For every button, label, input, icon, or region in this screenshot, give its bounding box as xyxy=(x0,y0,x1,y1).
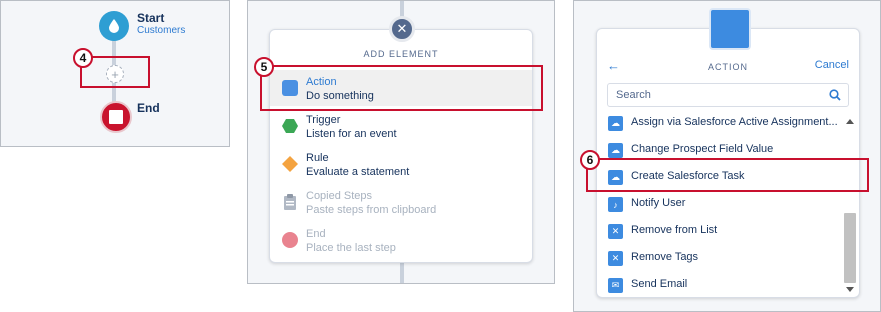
list-item[interactable]: ✕ Remove from List xyxy=(597,218,843,245)
bell-icon: ♪ xyxy=(608,197,623,212)
salesforce-cloud-icon: ☁ xyxy=(608,143,623,158)
callout-badge-5: 5 xyxy=(254,57,274,77)
callout-box-5 xyxy=(260,65,543,111)
start-title: Start xyxy=(137,11,165,25)
rule-diamond-icon xyxy=(282,156,298,172)
scrollbar-thumb[interactable] xyxy=(844,213,856,283)
end-node[interactable] xyxy=(100,101,132,133)
add-element-panel: ADD ELEMENT Action Do something Trigger … xyxy=(247,0,555,284)
element-description: Paste steps from clipboard xyxy=(306,204,437,216)
list-item-label: Remove from List xyxy=(631,224,718,236)
list-item-label: Send Email xyxy=(631,278,688,290)
scroll-down-arrow-icon[interactable] xyxy=(846,287,854,292)
element-option-trigger[interactable]: Trigger Listen for an event xyxy=(270,108,532,144)
element-title: Trigger xyxy=(306,114,341,126)
element-option-end: End Place the last step xyxy=(270,222,532,258)
element-description: Listen for an event xyxy=(306,128,397,140)
add-element-heading: ADD ELEMENT xyxy=(363,49,439,59)
list-item-label: Assign via Salesforce Active Assignment.… xyxy=(631,116,838,128)
list-scrollbar[interactable] xyxy=(843,113,857,299)
x-icon: ✕ xyxy=(608,224,623,239)
callout-badge-6: 6 xyxy=(580,150,600,170)
element-title: End xyxy=(306,228,326,240)
list-item[interactable]: ✕ Remove Tags xyxy=(597,245,843,272)
trigger-hexagon-icon xyxy=(282,119,298,133)
callout-badge-4: 4 xyxy=(73,48,93,68)
element-option-rule[interactable]: Rule Evaluate a statement xyxy=(270,146,532,182)
list-item[interactable]: ♪ Notify User xyxy=(597,191,843,218)
action-node-icon xyxy=(709,8,751,50)
search-field[interactable] xyxy=(607,83,849,107)
salesforce-cloud-icon: ☁ xyxy=(608,116,623,131)
list-item-label: Remove Tags xyxy=(631,251,699,263)
list-item[interactable]: ✉ Send Email xyxy=(597,272,843,299)
element-title: Copied Steps xyxy=(306,190,373,202)
clipboard-icon xyxy=(284,194,296,210)
x-icon: ✕ xyxy=(608,251,623,266)
element-description: Evaluate a statement xyxy=(306,166,410,178)
search-input[interactable] xyxy=(608,84,818,106)
element-title: Rule xyxy=(306,152,329,164)
action-picker-panel: ← ACTION Cancel ☁ Assign via Salesforce … xyxy=(573,0,881,312)
email-icon: ✉ xyxy=(608,278,623,293)
search-icon[interactable] xyxy=(829,89,841,101)
flow-canvas-panel: Start Customers + 4 End xyxy=(0,0,230,147)
end-title: End xyxy=(137,101,160,115)
scroll-up-arrow-icon[interactable] xyxy=(846,119,854,124)
start-subtitle[interactable]: Customers xyxy=(137,25,185,36)
connector-line-bottom xyxy=(400,263,404,283)
cancel-link[interactable]: Cancel xyxy=(815,59,849,71)
callout-box-6 xyxy=(586,158,869,192)
action-list: ☁ Assign via Salesforce Active Assignmen… xyxy=(597,113,843,299)
list-item-label: Notify User xyxy=(631,197,686,209)
element-option-copied-steps: Copied Steps Paste steps from clipboard xyxy=(270,184,532,220)
stop-square-icon xyxy=(109,110,123,124)
element-description: Place the last step xyxy=(306,242,396,254)
close-icon: ✕ xyxy=(396,21,408,36)
water-drop-icon xyxy=(109,19,119,33)
list-item-label: Change Prospect Field Value xyxy=(631,143,774,155)
end-circle-icon xyxy=(282,232,298,248)
list-item[interactable]: ☁ Assign via Salesforce Active Assignmen… xyxy=(597,113,843,137)
close-add-element-button[interactable]: ✕ xyxy=(389,16,415,42)
start-node[interactable] xyxy=(99,11,129,41)
